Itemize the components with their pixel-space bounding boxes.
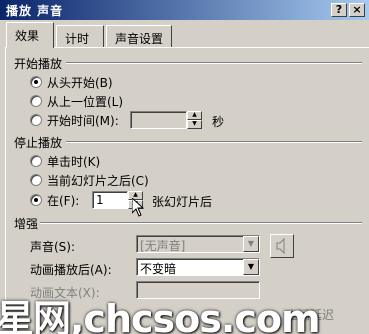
tab-effects[interactable]: 效果 <box>6 22 54 48</box>
start-time-input[interactable] <box>130 111 187 129</box>
radio-label: 开始时间(M): <box>47 114 119 128</box>
radio-label: 从头开始(B) <box>47 76 113 90</box>
enhance-label: 增强 <box>14 217 39 231</box>
stop-play-label: 停止播放 <box>14 136 63 150</box>
sound-volume-button[interactable] <box>270 234 294 258</box>
window-title: 播放 声音 <box>6 4 64 18</box>
after-count-suffix: 张幻灯片后 <box>152 195 213 209</box>
dialog-window: 播放 声音 ? × 效果 计时 声音设置 开始播放 从头开始(B) 从上一位置(… <box>0 0 369 334</box>
radio-label: 当前幻灯片之后(C) <box>47 174 149 188</box>
after-count-input[interactable]: 1 <box>92 191 128 209</box>
start-time-spinner[interactable]: ▲ ▼ <box>187 111 202 129</box>
tab-timing[interactable]: 计时 <box>56 25 104 47</box>
radio-indicator[interactable] <box>30 114 42 126</box>
radio-label: 单击时(K) <box>47 155 101 169</box>
radio-indicator[interactable] <box>30 76 42 88</box>
separator <box>66 141 362 143</box>
watermark-text: 星网,chcsos.com <box>0 297 321 334</box>
after-animation-select[interactable]: 不变暗 <box>136 258 260 276</box>
radio-indicator[interactable] <box>30 194 42 206</box>
mouse-cursor-icon <box>132 198 144 217</box>
seconds-unit: 秒 <box>212 115 225 129</box>
radio-indicator[interactable] <box>30 174 42 186</box>
spin-down-arrow-icon[interactable]: ▼ <box>187 120 202 129</box>
speaker-icon <box>276 237 285 255</box>
separator <box>40 222 362 224</box>
after-animation-label: 动画播放后(A): <box>30 263 112 277</box>
start-play-label: 开始播放 <box>14 57 63 71</box>
help-button[interactable]: ? <box>331 3 347 17</box>
title-bar: 播放 声音 ? × <box>0 0 369 20</box>
tab-sound-settings[interactable]: 声音设置 <box>106 25 172 47</box>
radio-label: 在(F): <box>47 194 80 208</box>
sound-label: 声音(S): <box>30 240 76 254</box>
sound-select[interactable]: [无声音] <box>136 235 260 253</box>
separator <box>66 62 362 64</box>
dropdown-arrow-icon[interactable]: ▼ <box>243 236 259 252</box>
radio-label: 从上一位置(L) <box>47 95 124 109</box>
close-button[interactable]: × <box>349 3 365 17</box>
spin-up-arrow-icon[interactable]: ▲ <box>187 111 202 120</box>
radio-indicator[interactable] <box>30 155 42 167</box>
dropdown-arrow-icon[interactable]: ▼ <box>243 259 259 275</box>
radio-indicator[interactable] <box>30 95 42 107</box>
